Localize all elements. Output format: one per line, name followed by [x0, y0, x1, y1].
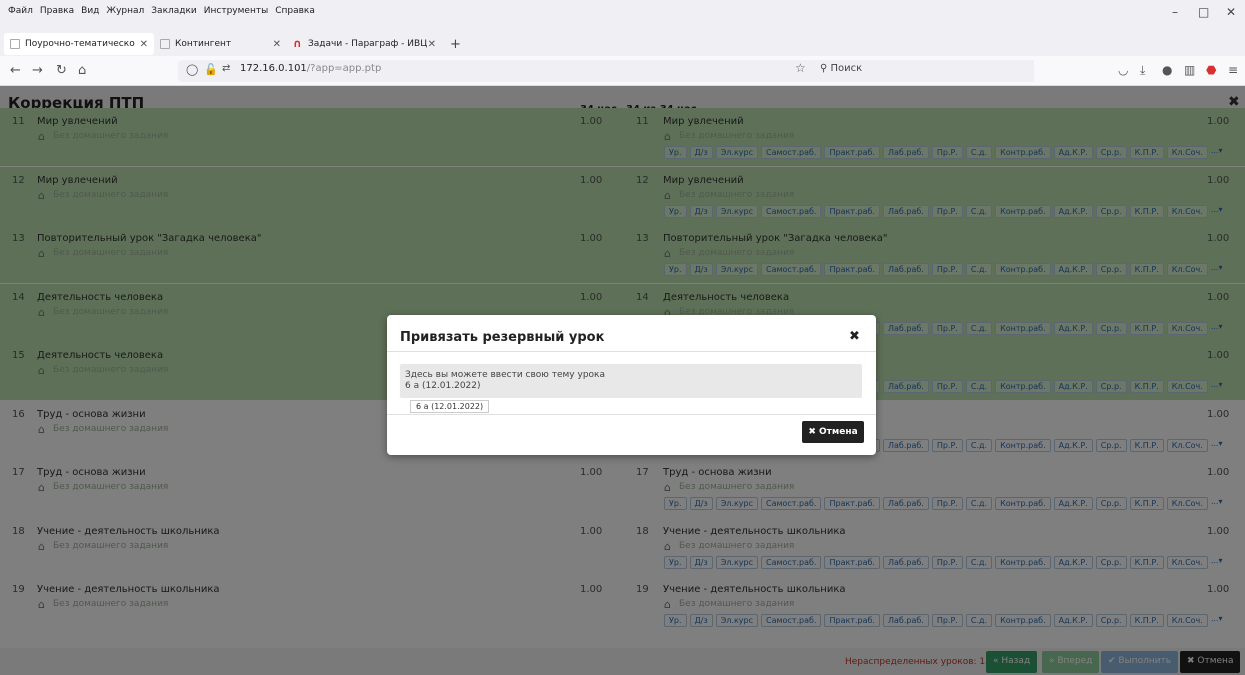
- shield-icon[interactable]: ◯: [186, 63, 198, 76]
- menu-file[interactable]: Файл: [8, 6, 33, 16]
- back-arrow-icon[interactable]: ←: [10, 63, 21, 78]
- close-tab-icon[interactable]: ✕: [273, 39, 281, 50]
- extension-icon[interactable]: ●: [1162, 63, 1172, 77]
- topic-placeholder: Здесь вы можете ввести свою тему урока: [405, 370, 605, 380]
- close-window-icon[interactable]: ✕: [1226, 5, 1236, 19]
- adblock-icon[interactable]: ⬣: [1206, 63, 1216, 77]
- close-tab-icon[interactable]: ✕: [428, 39, 436, 50]
- search-input[interactable]: ⚲ Поиск: [820, 63, 862, 74]
- menu-icon[interactable]: ≡: [1228, 63, 1238, 77]
- tab-label: Поурочно-тематическое план: [25, 39, 135, 49]
- dialog-title: Привязать резервный урок: [400, 330, 605, 345]
- close-tab-icon[interactable]: ✕: [140, 39, 148, 50]
- bind-reserve-lesson-dialog: Привязать резервный урок ✖ Здесь вы може…: [387, 315, 876, 455]
- paragraph-logo-icon: ∩: [293, 37, 302, 50]
- insecure-lock-icon[interactable]: 🔓: [204, 63, 218, 76]
- sidebar-icon[interactable]: ▥: [1184, 63, 1195, 77]
- tab-contingent[interactable]: Контингент ✕: [154, 33, 287, 55]
- forward-arrow-icon[interactable]: →: [32, 63, 43, 78]
- close-icon[interactable]: ✖: [849, 329, 860, 344]
- bookmark-star-icon[interactable]: ☆: [795, 61, 806, 75]
- minimize-icon[interactable]: –: [1172, 5, 1178, 19]
- new-tab-button[interactable]: +: [450, 37, 461, 52]
- reload-icon[interactable]: ↻: [56, 63, 67, 78]
- menu-help[interactable]: Справка: [275, 6, 315, 16]
- autocomplete-tooltip[interactable]: 6 а (12.01.2022): [410, 400, 490, 413]
- browser-menubar: Файл Правка Вид Журнал Закладки Инструме…: [0, 0, 1245, 32]
- pocket-icon[interactable]: ◡: [1118, 63, 1128, 77]
- menu-tools[interactable]: Инструменты: [204, 6, 268, 16]
- browser-tabbar: Поурочно-тематическое план ✕ Контингент …: [0, 32, 1245, 56]
- menu-view[interactable]: Вид: [81, 6, 99, 16]
- lesson-topic-input[interactable]: Здесь вы можете ввести свою тему урока 6…: [400, 364, 862, 398]
- topic-value: 6 а (12.01.2022): [405, 381, 481, 391]
- search-icon: ⚲: [820, 63, 831, 74]
- page-icon: [160, 39, 170, 49]
- url-text: 172.16.0.101/?app=app.ptp: [240, 63, 382, 74]
- menu-edit[interactable]: Правка: [40, 6, 74, 16]
- download-icon[interactable]: ⤓: [1140, 63, 1145, 78]
- tab-ptp[interactable]: Поурочно-тематическое план ✕: [4, 33, 154, 55]
- divider: [387, 414, 876, 415]
- tab-label: Задачи - Параграф - ИВЦ - Re: [308, 39, 428, 49]
- browser-navbar: ← → ↻ ⌂ ◯ 🔓 ⇄ 172.16.0.101/?app=app.ptp …: [0, 56, 1245, 86]
- maximize-icon[interactable]: □: [1198, 5, 1209, 19]
- tab-label: Контингент: [175, 39, 232, 49]
- home-icon[interactable]: ⌂: [78, 63, 86, 78]
- permissions-icon[interactable]: ⇄: [222, 63, 230, 74]
- menu-bookmarks[interactable]: Закладки: [151, 6, 197, 16]
- tab-tasks[interactable]: ∩ Задачи - Параграф - ИВЦ - Re ✕: [287, 33, 442, 55]
- page-icon: [10, 39, 20, 49]
- divider: [387, 351, 876, 352]
- menu-history[interactable]: Журнал: [106, 6, 144, 16]
- dialog-cancel-button[interactable]: ✖ Отмена: [802, 421, 864, 443]
